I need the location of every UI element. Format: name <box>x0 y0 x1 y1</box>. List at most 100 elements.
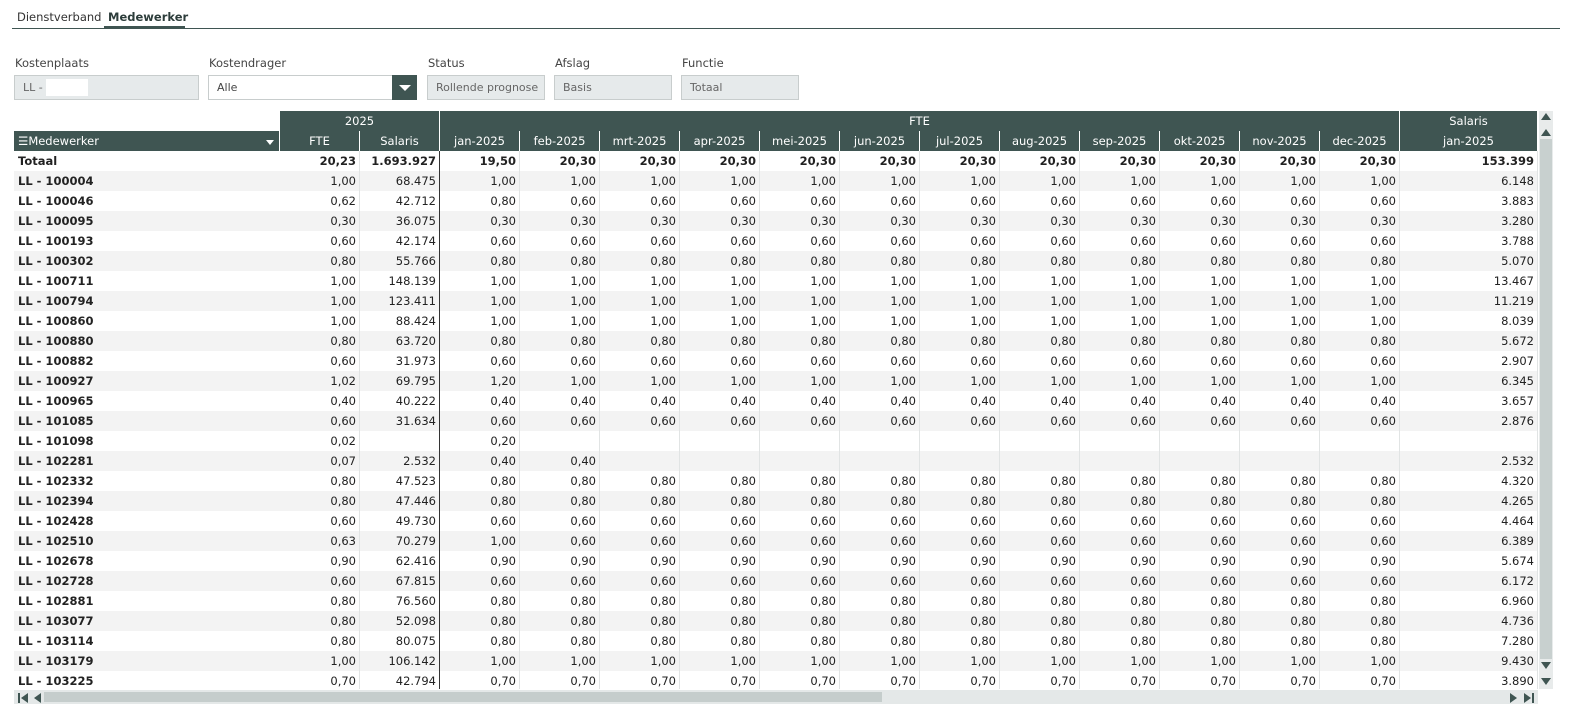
table-cell: 0,80 <box>760 491 840 511</box>
table-cell: 1,00 <box>600 311 680 331</box>
table-cell: 0,80 <box>840 591 920 611</box>
table-cell: 0,80 <box>840 471 920 491</box>
functie-field: Totaal <box>681 75 799 100</box>
table-row[interactable]: LL - 103077 0,80 52.098 0,80 0,80 0,80 0,80 0,8… <box>14 611 1538 631</box>
table-cell: 0,80 <box>600 491 680 511</box>
column-header-6[interactable]: mei-2025 <box>760 131 840 151</box>
table-cell: 0,80 <box>280 251 360 271</box>
scroll-up-icon[interactable] <box>1541 129 1551 136</box>
caret-down-icon[interactable] <box>266 140 274 145</box>
table-row[interactable]: LL - 100004 1,00 68.475 1,00 1,00 1,00 1,00 1,0… <box>14 171 1538 191</box>
table-cell: 0,80 <box>1320 251 1400 271</box>
table-row[interactable]: LL - 103114 0,80 80.075 0,80 0,80 0,80 0,80 0,8… <box>14 631 1538 651</box>
table-cell: 0,40 <box>680 391 760 411</box>
table-cell: 0,80 <box>1160 251 1240 271</box>
table-cell: 0,80 <box>1160 491 1240 511</box>
scroll-left-icon[interactable] <box>34 693 41 703</box>
table-cell: 6.960 <box>1400 591 1538 611</box>
table-cell: 1,00 <box>1240 171 1320 191</box>
table-row[interactable]: LL - 100965 0,40 40.222 0,40 0,40 0,40 0,40 0,4… <box>14 391 1538 411</box>
table-row[interactable]: LL - 100860 1,00 88.424 1,00 1,00 1,00 1,00 1,0… <box>14 311 1538 331</box>
scroll-down-icon[interactable] <box>1541 662 1551 669</box>
column-header-11[interactable]: okt-2025 <box>1160 131 1240 151</box>
column-header-5[interactable]: apr-2025 <box>680 131 760 151</box>
vertical-scroll-thumb[interactable] <box>1540 139 1552 659</box>
table-row[interactable]: LL - 103225 0,70 42.794 0,70 0,70 0,70 0,70 0,7… <box>14 671 1538 689</box>
table-row[interactable]: LL - 102510 0,63 70.279 1,00 0,60 0,60 0,60 0,6… <box>14 531 1538 551</box>
chevron-down-icon[interactable] <box>392 75 417 100</box>
table-cell: 0,80 <box>1320 331 1400 351</box>
table-row[interactable]: LL - 102281 0,07 2.532 0,40 0,40 2.532 <box>14 451 1538 471</box>
table-row[interactable]: LL - 101085 0,60 31.634 0,60 0,60 0,60 0,60 0,6… <box>14 411 1538 431</box>
table-row[interactable]: LL - 100193 0,60 42.174 0,60 0,60 0,60 0,60 0,6… <box>14 231 1538 251</box>
table-cell: 0,80 <box>280 631 360 651</box>
row-name: LL - 102678 <box>18 554 94 568</box>
column-header-13[interactable]: dec-2025 <box>1320 131 1400 151</box>
table-cell: 0,90 <box>1080 551 1160 571</box>
column-header-7[interactable]: jun-2025 <box>840 131 920 151</box>
table-cell: 1,00 <box>1240 651 1320 671</box>
table-cell: 0,80 <box>1000 491 1080 511</box>
column-header-0[interactable]: FTE <box>280 131 360 151</box>
scroll-bottom-icon[interactable] <box>1541 678 1551 685</box>
table-cell: 1,00 <box>840 371 920 391</box>
table-cell: 5.672 <box>1400 331 1538 351</box>
table-row[interactable]: LL - 102428 0,60 49.730 0,60 0,60 0,60 0,60 0,6… <box>14 511 1538 531</box>
table-cell: 0,70 <box>920 671 1000 689</box>
redacted-area <box>46 79 88 96</box>
table-row[interactable]: LL - 100927 1,02 69.795 1,20 1,00 1,00 1,00 1,0… <box>14 371 1538 391</box>
table-cell: 0,60 <box>1000 571 1080 591</box>
table-cell: 52.098 <box>360 611 440 631</box>
column-header-2[interactable]: jan-2025 <box>440 131 520 151</box>
table-row[interactable]: LL - 100882 0,60 31.973 0,60 0,60 0,60 0,60 0,6… <box>14 351 1538 371</box>
kostendrager-select[interactable]: Alle <box>208 75 393 100</box>
table-cell: 0,80 <box>1000 611 1080 631</box>
table-cell: 20,30 <box>920 151 1000 171</box>
table-row[interactable]: LL - 100095 0,30 36.075 0,30 0,30 0,30 0,30 0,3… <box>14 211 1538 231</box>
tab-medewerker[interactable]: Medewerker <box>108 10 188 24</box>
table-cell: 1,00 <box>920 651 1000 671</box>
active-tab-indicator <box>104 26 185 29</box>
column-header-12[interactable]: nov-2025 <box>1240 131 1320 151</box>
table-row[interactable]: LL - 102728 0,60 67.815 0,60 0,60 0,60 0,60 0,6… <box>14 571 1538 591</box>
table-row[interactable]: LL - 102678 0,90 62.416 0,90 0,90 0,90 0,90 0,9… <box>14 551 1538 571</box>
table-cell: 1,00 <box>600 271 680 291</box>
table-row[interactable]: LL - 102881 0,80 76.560 0,80 0,80 0,80 0,80 0,8… <box>14 591 1538 611</box>
scroll-last-icon[interactable] <box>1524 693 1531 703</box>
table-row[interactable]: LL - 102332 0,80 47.523 0,80 0,80 0,80 0,80 0,8… <box>14 471 1538 491</box>
table-row[interactable]: LL - 101098 0,02 0,20 <box>14 431 1538 451</box>
medewerker-column-header[interactable]: ☰Medewerker <box>14 131 280 151</box>
table-row[interactable]: LL - 100880 0,80 63.720 0,80 0,80 0,80 0,80 0,8… <box>14 331 1538 351</box>
table-row[interactable]: LL - 103179 1,00 106.142 1,00 1,00 1,00 1,00 1,… <box>14 651 1538 671</box>
table-cell: 20,30 <box>600 151 680 171</box>
horizontal-scroll-thumb[interactable] <box>44 692 882 702</box>
table-row[interactable]: LL - 100046 0,62 42.712 0,80 0,60 0,60 0,60 0,6… <box>14 191 1538 211</box>
tab-dienstverband[interactable]: Dienstverband <box>17 10 101 24</box>
scroll-first-icon[interactable] <box>21 693 28 703</box>
table-row[interactable]: LL - 102394 0,80 47.446 0,80 0,80 0,80 0,80 0,8… <box>14 491 1538 511</box>
column-header-3[interactable]: feb-2025 <box>520 131 600 151</box>
table-cell: 0,80 <box>1160 611 1240 631</box>
scroll-top-icon[interactable] <box>1541 113 1551 120</box>
table-cell: 0,60 <box>680 531 760 551</box>
column-header-4[interactable]: mrt-2025 <box>600 131 680 151</box>
column-header-8[interactable]: jul-2025 <box>920 131 1000 151</box>
table-cell: 0,80 <box>600 331 680 351</box>
table-cell: 4.464 <box>1400 511 1538 531</box>
table-row[interactable]: LL - 100302 0,80 55.766 0,80 0,80 0,80 0,80 0,8… <box>14 251 1538 271</box>
column-header-9[interactable]: aug-2025 <box>1000 131 1080 151</box>
scroll-right-icon[interactable] <box>1510 693 1517 703</box>
column-header-10[interactable]: sep-2025 <box>1080 131 1160 151</box>
table-cell: 0,60 <box>760 231 840 251</box>
row-name: LL - 100711 <box>18 274 94 288</box>
table-cell <box>1240 451 1320 471</box>
table-cell: 0,80 <box>1160 631 1240 651</box>
column-header-1[interactable]: Salaris <box>360 131 440 151</box>
table-cell: 1,00 <box>1160 311 1240 331</box>
table-row[interactable]: LL - 100711 1,00 148.139 1,00 1,00 1,00 1,00 1,… <box>14 271 1538 291</box>
table-row[interactable]: LL - 100794 1,00 123.411 1,00 1,00 1,00 1,00 1,… <box>14 291 1538 311</box>
column-header-14[interactable]: jan-2025 <box>1400 131 1538 151</box>
table-cell: 1,00 <box>1320 271 1400 291</box>
total-row[interactable]: Totaal 20,23 1.693.927 19,50 20,30 20,30 20,30… <box>14 151 1538 171</box>
menu-icon[interactable]: ☰ <box>18 134 28 148</box>
